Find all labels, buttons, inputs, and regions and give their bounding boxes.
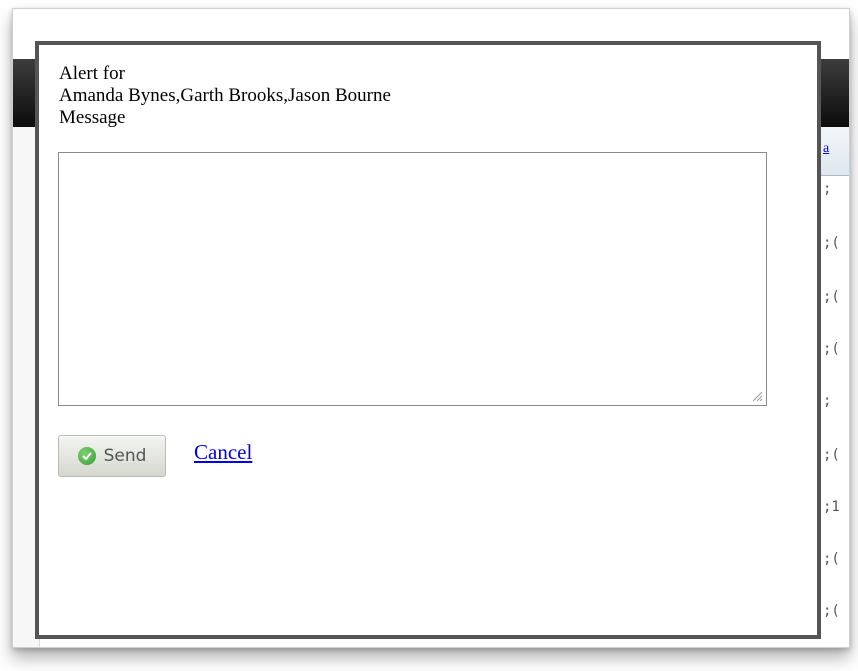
background-cell: ; [823, 181, 832, 197]
background-cell: ; [823, 393, 832, 409]
cancel-link[interactable]: Cancel [194, 440, 252, 465]
background-partial-link[interactable]: a [823, 141, 829, 157]
check-circle-icon [77, 447, 96, 465]
message-textarea[interactable] [58, 152, 767, 406]
background-cell: ;( [823, 235, 840, 251]
message-label: Message [59, 107, 126, 128]
send-button[interactable]: Send [58, 435, 166, 477]
background-cell: ;1 [823, 499, 840, 515]
send-button-label: Send [103, 446, 147, 466]
background-cell: ;( [823, 289, 840, 305]
screenshot-frame: a ; ;( ;( ;( ; ;( ;1 ;( ;( Alert for Ama… [12, 8, 850, 648]
background-cell: ;( [823, 341, 840, 357]
background-cell: ;( [823, 603, 840, 619]
dialog-heading: Alert for [59, 63, 125, 84]
background-cell: ;( [823, 447, 840, 463]
resize-grip-icon[interactable] [751, 390, 763, 402]
background-cell: ;( [823, 551, 840, 567]
alert-dialog: Alert for Amanda Bynes,Garth Brooks,Jaso… [35, 41, 821, 639]
recipients-list: Amanda Bynes,Garth Brooks,Jason Bourne [59, 85, 391, 106]
